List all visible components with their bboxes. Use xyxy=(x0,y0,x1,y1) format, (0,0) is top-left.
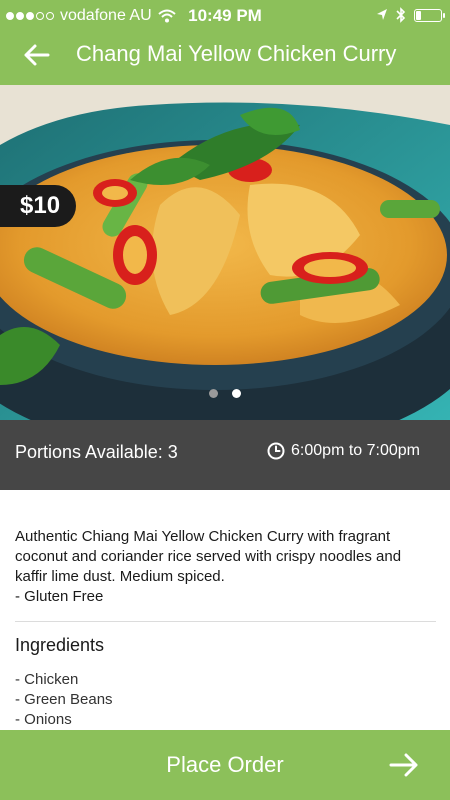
availability-bar: Portions Available: 3 6:00pm to 7:00pm xyxy=(0,420,450,490)
location-icon xyxy=(377,9,387,20)
ingredient-item: - Chicken xyxy=(15,671,79,688)
app-header: vodafone AU 10:49 PM Chang Mai Yellow Ch… xyxy=(0,0,450,85)
status-right xyxy=(376,7,445,23)
place-order-button[interactable]: Place Order xyxy=(0,730,450,800)
description-text: Authentic Chiang Mai Yellow Chicken Curr… xyxy=(15,528,402,585)
pager-dot[interactable] xyxy=(209,389,218,398)
pickup-time: 6:00pm to 7:00pm xyxy=(267,442,420,460)
curry-dish-photo xyxy=(0,85,450,420)
ingredient-item: - Onions xyxy=(15,711,72,728)
status-bar: vodafone AU 10:49 PM xyxy=(0,0,450,32)
dietary-note: - Gluten Free xyxy=(15,588,104,605)
portions-available: Portions Available: 3 xyxy=(15,442,178,462)
arrow-right-icon xyxy=(389,753,418,777)
price-badge: $10 xyxy=(0,185,77,227)
carousel-pager xyxy=(0,389,450,398)
ingredients-list: - Chicken - Green Beans - Onions xyxy=(15,670,436,730)
time-range: 6:00pm to 7:00pm xyxy=(291,442,420,459)
place-order-label: Place Order xyxy=(166,752,284,777)
nav-bar: Chang Mai Yellow Chicken Curry xyxy=(0,32,450,85)
ingredient-item: - Green Beans xyxy=(15,691,113,708)
dish-photo-carousel[interactable]: $10 xyxy=(0,85,450,420)
ingredients-heading: Ingredients xyxy=(15,635,105,655)
page-title: Chang Mai Yellow Chicken Curry xyxy=(76,41,397,66)
bluetooth-icon xyxy=(396,7,406,23)
pager-dot-active[interactable] xyxy=(232,389,241,398)
dish-details: Authentic Chiang Mai Yellow Chicken Curr… xyxy=(15,490,436,730)
clock-icon xyxy=(267,442,285,460)
battery-icon xyxy=(414,8,445,22)
dish-description: Authentic Chiang Mai Yellow Chicken Curr… xyxy=(15,527,436,607)
back-arrow-icon[interactable] xyxy=(22,40,52,70)
divider xyxy=(15,621,436,622)
